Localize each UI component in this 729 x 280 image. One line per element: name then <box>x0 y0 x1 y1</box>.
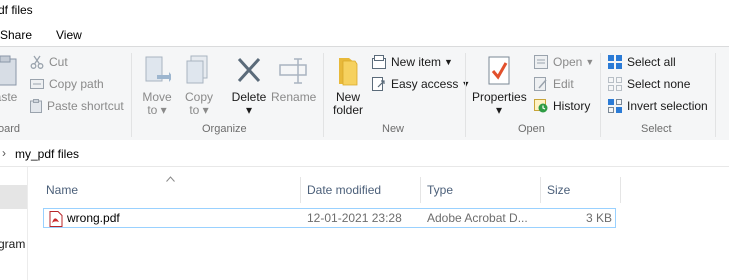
column-header-size[interactable]: Size <box>547 179 570 201</box>
column-header-type[interactable]: Type <box>427 179 453 201</box>
open-label: Open <box>553 55 583 69</box>
cut-label: Cut <box>49 55 68 69</box>
properties-button[interactable]: Properties ▾ <box>472 55 527 117</box>
nav-item-label[interactable]: gram <box>0 237 25 251</box>
properties-label: Properties <box>472 90 527 104</box>
folder-icon <box>339 58 358 86</box>
column-divider[interactable] <box>420 177 421 203</box>
new-item-label: New item <box>391 55 442 69</box>
tab-share[interactable]: Share <box>0 28 32 42</box>
new-folder-label-2: folder <box>332 103 364 117</box>
easy-access-icon <box>372 77 385 91</box>
delete-label: Delete <box>231 90 267 104</box>
paste-shortcut-icon <box>30 99 42 113</box>
group-separator <box>131 53 132 137</box>
history-label: History <box>553 99 591 113</box>
group-separator <box>715 53 716 137</box>
navigation-pane[interactable]: gram <box>0 167 28 280</box>
ribbon: aste Cut Copy path Paste shortcut oard <box>0 46 729 142</box>
edit-button[interactable]: Edit <box>534 75 574 93</box>
file-type: Adobe Acrobat D... <box>427 211 528 225</box>
paste-label: aste <box>0 90 18 104</box>
column-divider[interactable] <box>300 177 301 203</box>
edit-label: Edit <box>553 77 574 91</box>
select-all-label: Select all <box>627 55 676 69</box>
new-item-button[interactable]: New item ▼ <box>372 53 453 71</box>
move-to-icon <box>145 56 171 82</box>
paste-shortcut-label: Paste shortcut <box>47 99 124 113</box>
paste-shortcut-button[interactable]: Paste shortcut <box>30 97 124 115</box>
rename-icon <box>279 58 307 84</box>
clipboard-group-label: oard <box>0 123 21 135</box>
easy-access-label: Easy access <box>391 77 459 91</box>
address-bar[interactable]: › my_pdf files <box>0 140 729 167</box>
properties-dropdown-arrow: ▾ <box>495 103 503 117</box>
column-header-name[interactable]: Name <box>46 179 78 201</box>
delete-button[interactable]: Delete ▾ <box>230 55 268 117</box>
sort-up-icon <box>166 176 175 182</box>
copy-path-button[interactable]: Copy path <box>30 75 104 93</box>
copy-to-icon <box>186 55 208 84</box>
pdf-file-icon <box>49 211 63 227</box>
select-none-icon <box>608 77 622 91</box>
group-separator <box>465 53 466 137</box>
select-group-label: Select <box>641 123 672 135</box>
move-to-sub-label: to ▾ <box>147 103 167 117</box>
cut-button[interactable]: Cut <box>30 53 68 71</box>
file-size: 3 KB <box>585 211 612 225</box>
new-item-icon <box>372 55 386 69</box>
copy-path-label: Copy path <box>49 77 104 91</box>
edit-icon <box>534 77 547 91</box>
tab-view[interactable]: View <box>56 28 82 42</box>
properties-checkmark-icon <box>488 56 510 85</box>
move-to-button[interactable]: Move to ▾ <box>140 55 174 117</box>
group-separator <box>600 53 601 137</box>
select-all-icon <box>608 55 622 69</box>
delete-dropdown-arrow: ▾ <box>245 103 253 117</box>
group-separator <box>323 53 324 137</box>
delete-x-icon <box>237 57 261 83</box>
file-row[interactable]: wrong.pdf 12-01-2021 23:28 Adobe Acrobat… <box>43 208 616 228</box>
breadcrumb-chevron-icon[interactable]: › <box>2 146 6 160</box>
paste-icon <box>0 55 17 86</box>
open-button[interactable]: Open ▼ <box>534 53 594 71</box>
open-dropdown-arrow: ▼ <box>585 57 595 67</box>
new-group-label: New <box>382 123 405 135</box>
move-to-label: Move <box>142 90 172 104</box>
rename-label: Rename <box>271 90 317 104</box>
rename-button[interactable]: Rename <box>271 55 317 104</box>
column-header-date-modified[interactable]: Date modified <box>307 179 381 201</box>
window-title: df files <box>0 3 33 17</box>
easy-access-button[interactable]: Easy access ▼ <box>372 75 470 93</box>
new-folder-label-1: New <box>335 90 360 104</box>
file-date-modified: 12-01-2021 23:28 <box>307 211 402 225</box>
new-item-dropdown-arrow: ▼ <box>444 57 453 67</box>
select-all-button[interactable]: Select all <box>608 53 676 71</box>
select-none-button[interactable]: Select none <box>608 75 690 93</box>
invert-selection-icon <box>608 99 622 113</box>
select-none-label: Select none <box>627 77 691 91</box>
column-divider[interactable] <box>620 177 621 203</box>
history-icon <box>534 99 548 113</box>
copy-to-label: Copy <box>184 90 213 104</box>
organize-group-label: Organize <box>202 123 247 135</box>
column-divider[interactable] <box>540 177 541 203</box>
nav-selected-item[interactable] <box>0 185 27 209</box>
paste-button[interactable]: aste <box>0 55 20 104</box>
copy-to-sub-label: to ▾ <box>189 103 209 117</box>
invert-selection-button[interactable]: Invert selection <box>608 97 708 115</box>
open-icon <box>534 55 548 69</box>
scissors-icon <box>30 55 44 69</box>
file-name[interactable]: wrong.pdf <box>67 211 120 225</box>
breadcrumb-path[interactable]: my_pdf files <box>15 147 79 161</box>
history-button[interactable]: History <box>534 97 590 115</box>
invert-selection-label: Invert selection <box>627 99 708 113</box>
ribbon-tabs: Share View <box>0 24 729 46</box>
open-group-label: Open <box>518 123 545 135</box>
copy-path-icon <box>30 79 44 89</box>
copy-to-button[interactable]: Copy to ▾ <box>182 55 216 117</box>
new-folder-button[interactable]: New folder <box>330 55 366 117</box>
